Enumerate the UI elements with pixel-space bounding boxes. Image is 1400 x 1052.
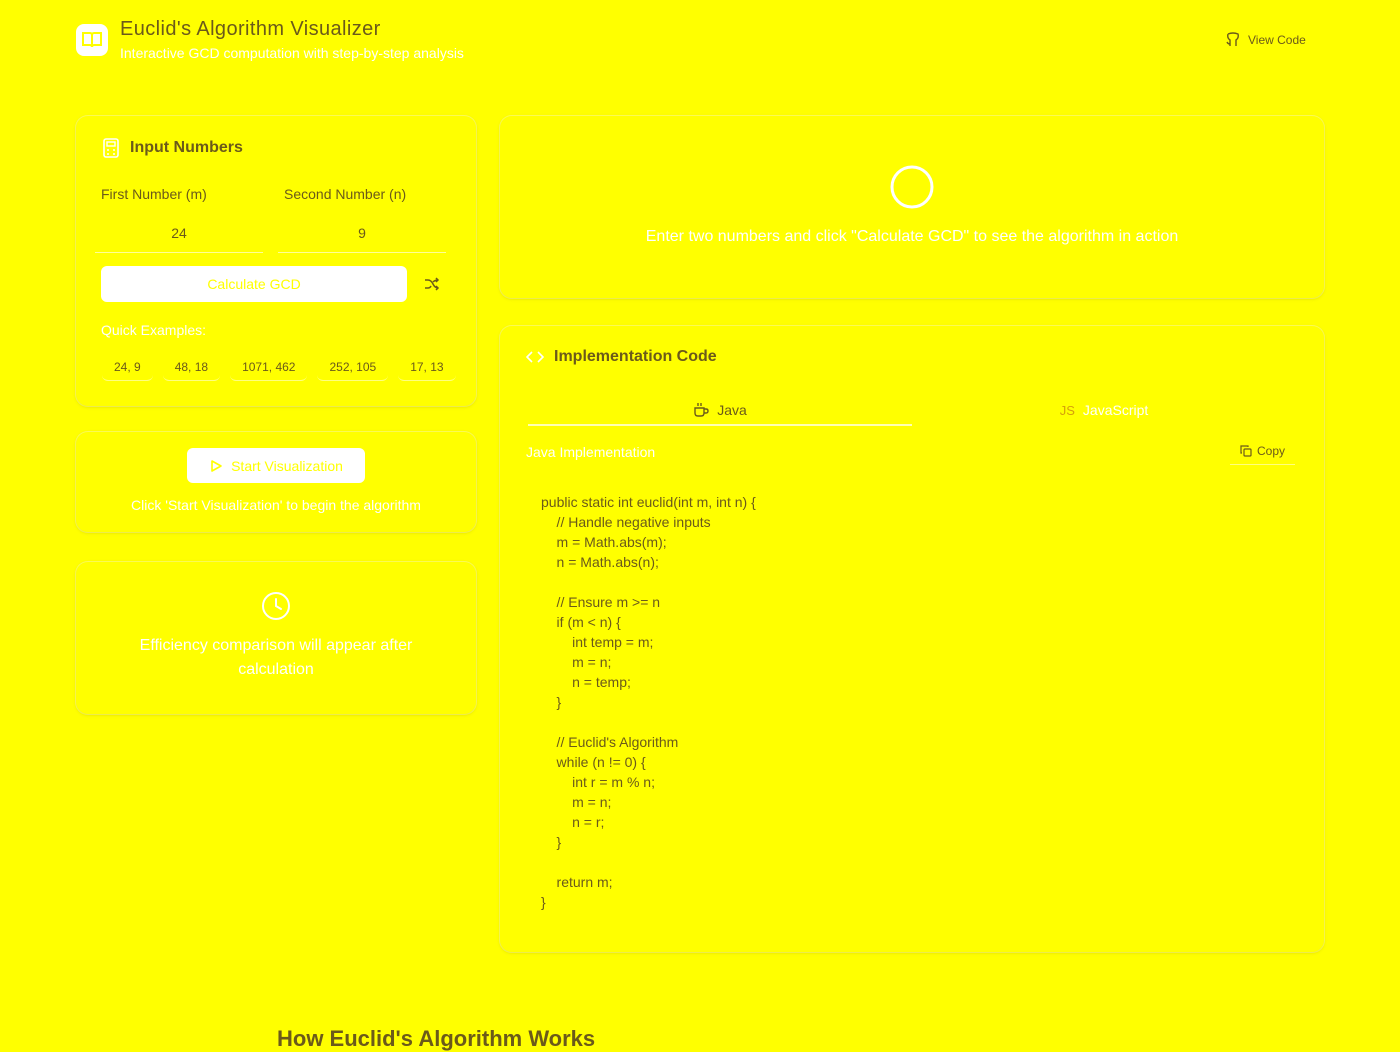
first-number-input[interactable] [95,214,263,253]
calculator-icon [103,138,119,158]
app-subtitle: Interactive GCD computation with step-by… [120,45,464,61]
result-placeholder-message: Enter two numbers and click "Calculate G… [645,228,1179,245]
example-chip[interactable]: 24, 9 [102,354,153,381]
code-card-title: Implementation Code [554,348,717,365]
copy-label: Copy [1257,444,1286,458]
start-visualization-label: Start Visualization [231,457,343,474]
efficiency-card: Efficiency comparison will appear after … [76,562,476,714]
code-brackets-icon [526,351,544,363]
input-card-title: Input Numbers [130,139,243,156]
copy-button[interactable]: Copy [1230,438,1296,465]
copy-icon [1240,445,1252,457]
clock-icon [262,592,290,620]
js-icon: JS [1059,402,1075,418]
second-number-input[interactable] [278,214,446,253]
quick-examples-list: 24, 9 48, 18 1071, 462 252, 105 17, 13 [102,354,456,381]
shuffle-icon [425,277,440,291]
quick-examples-label: Quick Examples: [101,322,207,338]
example-chip[interactable]: 1071, 462 [230,354,308,381]
example-chip[interactable]: 48, 18 [162,354,221,381]
section-heading: How Euclid's Algorithm Works [277,1026,596,1051]
second-number-label: Second Number (n) [284,186,407,202]
code-card: Implementation Code Java JS JavaScript J… [500,326,1324,952]
result-card: Enter two numbers and click "Calculate G… [500,116,1324,298]
implementation-label: Java Implementation [526,444,656,460]
play-icon [211,459,222,472]
input-card-header: Input Numbers [102,138,243,158]
code-card-header: Implementation Code [526,348,717,366]
view-code-label: View Code [1248,33,1306,47]
first-number-label: First Number (m) [101,186,207,202]
example-chip[interactable]: 17, 13 [398,354,456,381]
random-button[interactable] [424,276,440,297]
visualization-card: Start Visualization Click 'Start Visuali… [76,432,476,532]
start-visualization-button[interactable]: Start Visualization [187,448,365,483]
input-card: Input Numbers First Number (m) Second Nu… [76,116,476,406]
code-block: public static int euclid(int m, int n) {… [541,494,756,910]
github-icon [1226,32,1239,46]
visualization-hint: Click 'Start Visualization' to begin the… [131,497,421,513]
app-title: Euclid's Algorithm Visualizer [120,18,381,40]
calculate-gcd-button[interactable]: Calculate GCD [101,266,407,302]
loading-spinner-icon [890,165,934,209]
coffee-cup-icon [694,403,709,417]
tab-java[interactable]: Java [528,396,912,426]
book-icon [82,32,102,48]
tab-javascript[interactable]: JS JavaScript [912,396,1296,424]
app-logo [76,24,108,56]
efficiency-message: Efficiency comparison will appear after … [139,637,413,678]
tab-javascript-label: JavaScript [1082,402,1149,418]
view-code-link[interactable]: View Code [1226,32,1306,48]
tab-java-label: Java [717,402,747,418]
example-chip[interactable]: 252, 105 [317,354,389,381]
